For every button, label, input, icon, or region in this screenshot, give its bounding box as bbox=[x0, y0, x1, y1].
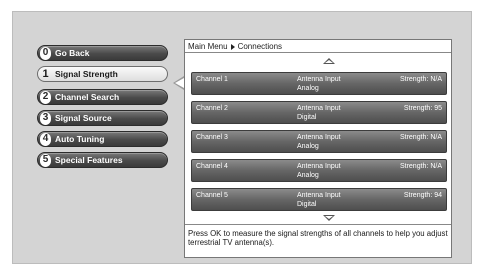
channel-type: Digital bbox=[297, 201, 317, 208]
channel-row[interactable]: Channel 1 Antenna Input Analog Strength:… bbox=[191, 72, 447, 95]
menu-number: 4 bbox=[40, 132, 51, 146]
channel-strength: Strength: N/A bbox=[399, 134, 442, 141]
channel-input: Antenna Input bbox=[297, 192, 341, 199]
tv-screen: 0 Go Back 1 Signal Strength 2 Channel Se… bbox=[12, 11, 472, 264]
channel-row[interactable]: Channel 5 Antenna Input Digital Strength… bbox=[191, 188, 447, 211]
selection-pointer-fill bbox=[175, 78, 184, 88]
menu-label: Channel Search bbox=[55, 92, 120, 102]
menu-label: Special Features bbox=[55, 155, 123, 165]
channel-row[interactable]: Channel 3 Antenna Input Analog Strength:… bbox=[191, 130, 447, 153]
scroll-up-icon[interactable] bbox=[323, 58, 335, 64]
menu-item-go-back[interactable]: 0 Go Back bbox=[37, 45, 168, 61]
connections-panel: Main Menu Connections Channel 1 Antenna … bbox=[184, 39, 452, 258]
menu-item-channel-search[interactable]: 2 Channel Search bbox=[37, 89, 168, 105]
menu-number: 3 bbox=[40, 111, 51, 125]
channel-strength: Strength: N/A bbox=[399, 76, 442, 83]
menu-number: 5 bbox=[40, 153, 51, 167]
channel-strength: Strength: 95 bbox=[403, 105, 442, 112]
channel-input: Antenna Input bbox=[297, 105, 341, 112]
channel-name: Channel 4 bbox=[196, 163, 228, 170]
channel-row[interactable]: Channel 4 Antenna Input Analog Strength:… bbox=[191, 159, 447, 182]
channel-type: Analog bbox=[297, 143, 319, 150]
breadcrumb-current: Connections bbox=[237, 42, 283, 51]
menu-label: Signal Source bbox=[55, 113, 112, 123]
channel-strength: Strength: 94 bbox=[403, 192, 442, 199]
menu-label: Auto Tuning bbox=[55, 134, 105, 144]
breadcrumb: Main Menu Connections bbox=[188, 42, 282, 51]
channel-input: Antenna Input bbox=[297, 163, 341, 170]
menu-item-special-features[interactable]: 5 Special Features bbox=[37, 152, 168, 168]
divider bbox=[185, 52, 451, 53]
channel-name: Channel 5 bbox=[196, 192, 228, 199]
scroll-down-icon[interactable] bbox=[323, 215, 335, 221]
breadcrumb-parent: Main Menu bbox=[188, 42, 228, 51]
menu-number: 0 bbox=[40, 46, 51, 60]
menu-item-signal-source[interactable]: 3 Signal Source bbox=[37, 110, 168, 126]
channel-row[interactable]: Channel 2 Antenna Input Digital Strength… bbox=[191, 101, 447, 124]
menu-label: Signal Strength bbox=[55, 69, 118, 79]
channel-type: Digital bbox=[297, 114, 317, 121]
menu-item-signal-strength[interactable]: 1 Signal Strength bbox=[37, 66, 168, 82]
menu-number: 1 bbox=[42, 67, 49, 80]
help-text: Press OK to measure the signal strengths… bbox=[188, 229, 448, 247]
menu-label: Go Back bbox=[55, 48, 90, 58]
channel-type: Analog bbox=[297, 85, 319, 92]
channel-name: Channel 2 bbox=[196, 105, 228, 112]
menu-number: 2 bbox=[40, 90, 51, 104]
breadcrumb-arrow-icon bbox=[230, 43, 235, 50]
divider bbox=[185, 224, 451, 225]
channel-input: Antenna Input bbox=[297, 134, 341, 141]
channel-name: Channel 1 bbox=[196, 76, 228, 83]
channel-strength: Strength: N/A bbox=[399, 163, 442, 170]
channel-name: Channel 3 bbox=[196, 134, 228, 141]
channel-type: Analog bbox=[297, 172, 319, 179]
menu-item-auto-tuning[interactable]: 4 Auto Tuning bbox=[37, 131, 168, 147]
channel-input: Antenna Input bbox=[297, 76, 341, 83]
